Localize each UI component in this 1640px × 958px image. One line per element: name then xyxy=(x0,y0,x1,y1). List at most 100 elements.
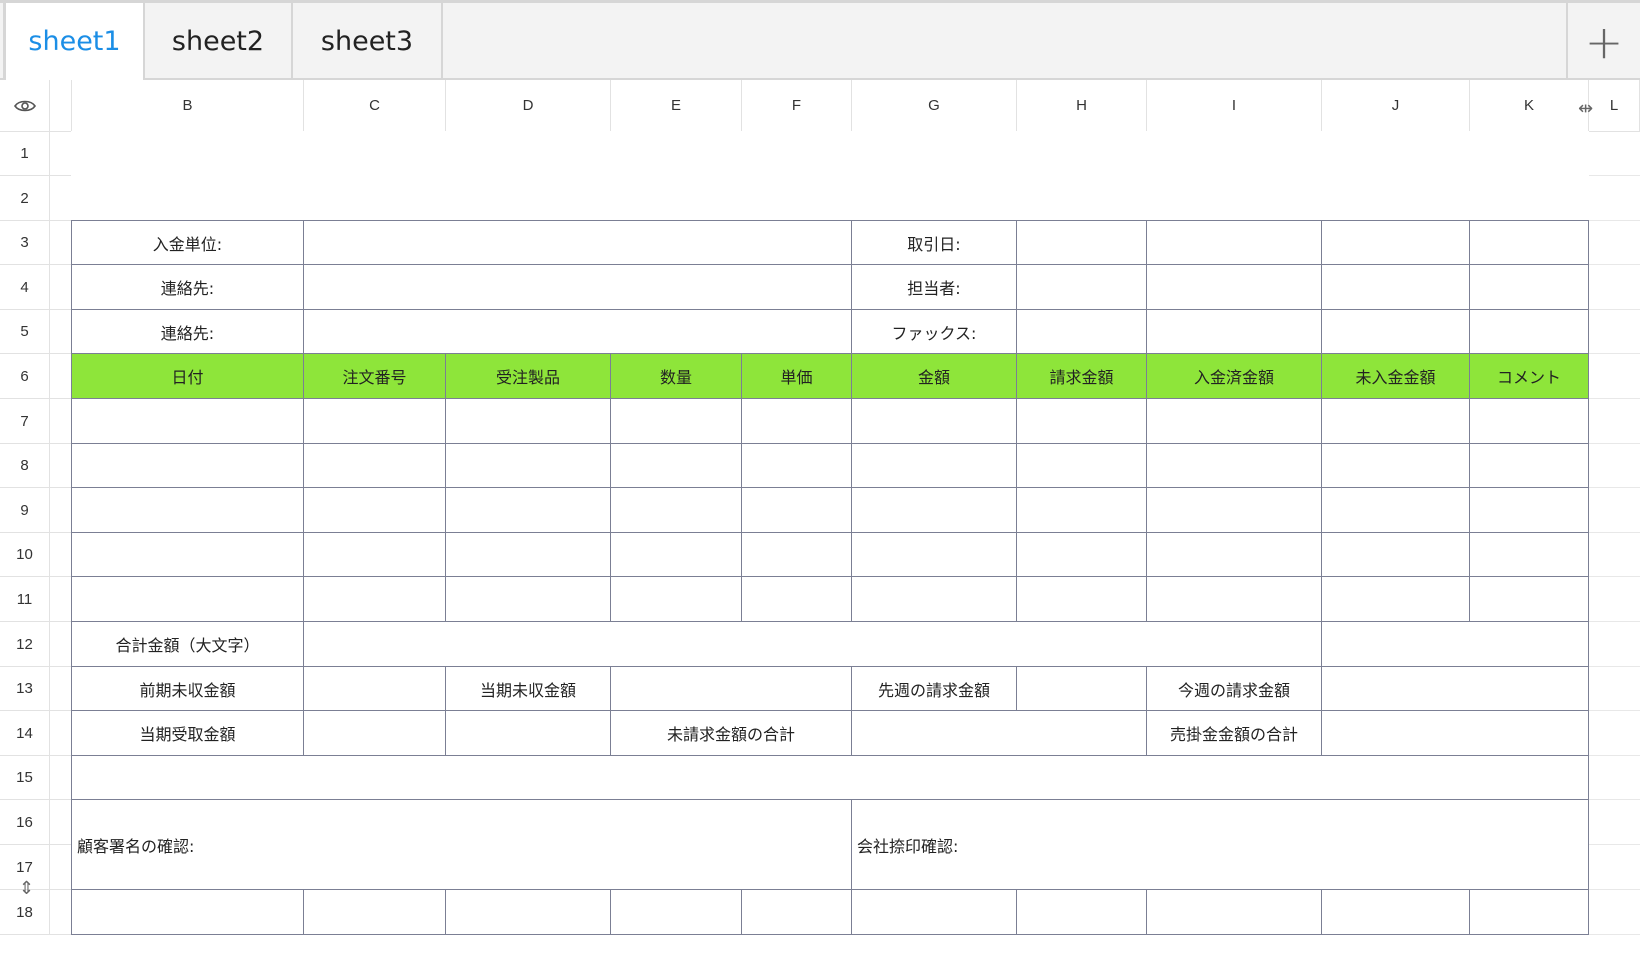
table-cell[interactable] xyxy=(741,576,852,622)
input-cell[interactable] xyxy=(1016,309,1147,354)
column-header-e[interactable]: E xyxy=(611,80,742,132)
table-header-comment[interactable]: コメント xyxy=(1469,353,1589,399)
customer-signature-label[interactable]: 顧客署名の確認: xyxy=(71,799,852,890)
table-cell[interactable] xyxy=(445,398,611,444)
table-header-order-number[interactable]: 注文番号 xyxy=(303,353,446,399)
input-cell[interactable] xyxy=(303,710,446,756)
input-cell[interactable] xyxy=(851,710,1147,756)
table-cell[interactable] xyxy=(610,443,742,488)
last-week-billing-label[interactable]: 先週の請求金額 xyxy=(851,666,1017,711)
table-cell[interactable] xyxy=(303,889,446,935)
table-header-billing-amount[interactable]: 請求金額 xyxy=(1016,353,1147,399)
table-cell[interactable] xyxy=(851,443,1017,488)
table-cell[interactable] xyxy=(71,443,304,488)
add-sheet-button[interactable]: + xyxy=(1566,3,1640,80)
table-cell[interactable] xyxy=(610,532,742,577)
tab-sheet3[interactable]: sheet3 xyxy=(293,3,443,80)
input-cell[interactable] xyxy=(1016,220,1147,265)
row-header-15[interactable]: 15 xyxy=(0,756,50,800)
table-cell[interactable] xyxy=(1146,487,1322,533)
table-cell[interactable] xyxy=(1146,889,1322,935)
input-cell[interactable] xyxy=(1146,309,1322,354)
table-cell[interactable] xyxy=(303,487,446,533)
table-cell[interactable] xyxy=(851,532,1017,577)
table-cell[interactable] xyxy=(1146,443,1322,488)
table-cell[interactable] xyxy=(1321,532,1470,577)
input-cell[interactable] xyxy=(1016,666,1147,711)
row-header-12[interactable]: 12 xyxy=(0,622,50,667)
table-cell[interactable] xyxy=(303,443,446,488)
this-week-billing-label[interactable]: 今週の請求金額 xyxy=(1146,666,1322,711)
row-header-9[interactable]: 9 xyxy=(0,488,50,533)
table-cell[interactable] xyxy=(303,398,446,444)
current-receivable-label[interactable]: 当期未収金額 xyxy=(445,666,611,711)
input-cell[interactable] xyxy=(1146,264,1322,310)
table-cell[interactable] xyxy=(610,398,742,444)
table-cell[interactable] xyxy=(1016,487,1147,533)
table-header-amount[interactable]: 金額 xyxy=(851,353,1017,399)
row-resize-icon[interactable]: ⇕ xyxy=(19,878,34,899)
receivable-total-label[interactable]: 売掛金金額の合計 xyxy=(1146,710,1322,756)
input-cell[interactable] xyxy=(303,309,852,354)
table-cell[interactable] xyxy=(851,487,1017,533)
table-cell[interactable] xyxy=(851,576,1017,622)
row-header-6[interactable]: 6 xyxy=(0,354,50,399)
column-header-f[interactable]: F xyxy=(742,80,852,132)
row-header-4[interactable]: 4 xyxy=(0,265,50,310)
table-cell[interactable] xyxy=(71,398,304,444)
table-cell[interactable] xyxy=(1321,889,1470,935)
tab-sheet1[interactable]: sheet1 xyxy=(3,3,145,80)
table-cell[interactable] xyxy=(1016,532,1147,577)
table-cell[interactable] xyxy=(741,443,852,488)
table-header-quantity[interactable]: 数量 xyxy=(610,353,742,399)
table-cell[interactable] xyxy=(610,487,742,533)
table-cell[interactable] xyxy=(1469,532,1589,577)
table-cell[interactable] xyxy=(1321,576,1470,622)
table-header-date[interactable]: 日付 xyxy=(71,353,304,399)
input-cell[interactable] xyxy=(303,666,446,711)
column-header-i[interactable]: I xyxy=(1147,80,1322,132)
table-cell[interactable] xyxy=(1016,889,1147,935)
column-resize-icon[interactable]: ⇹ xyxy=(1578,98,1593,119)
table-cell[interactable] xyxy=(610,889,742,935)
input-cell[interactable] xyxy=(1321,264,1470,310)
row-header-2[interactable]: 2 xyxy=(0,176,50,221)
table-cell[interactable] xyxy=(303,532,446,577)
table-cell[interactable] xyxy=(1469,576,1589,622)
table-cell[interactable] xyxy=(71,576,304,622)
table-cell[interactable] xyxy=(445,889,611,935)
row-header-14[interactable]: 14 xyxy=(0,711,50,756)
row-header-3[interactable]: 3 xyxy=(0,221,50,265)
contact-label-2[interactable]: 連絡先: xyxy=(71,309,304,354)
table-cell[interactable] xyxy=(610,576,742,622)
row-header-16[interactable]: 16 xyxy=(0,800,50,845)
table-cell[interactable] xyxy=(71,889,304,935)
total-amount-value[interactable] xyxy=(303,621,1322,667)
payment-unit-label[interactable]: 入金単位: xyxy=(71,220,304,265)
person-in-charge-label[interactable]: 担当者: xyxy=(851,264,1017,310)
table-cell[interactable] xyxy=(445,576,611,622)
total-amount-label[interactable]: 合計金額（大文字） xyxy=(71,621,304,667)
transaction-date-label[interactable]: 取引日: xyxy=(851,220,1017,265)
table-cell[interactable] xyxy=(1469,487,1589,533)
column-header-j[interactable]: J xyxy=(1322,80,1470,132)
row-header-11[interactable]: 11 xyxy=(0,577,50,622)
table-cell[interactable] xyxy=(1146,576,1322,622)
table-cell[interactable] xyxy=(71,532,304,577)
input-cell[interactable] xyxy=(1321,621,1589,667)
table-cell[interactable] xyxy=(303,576,446,622)
visibility-toggle[interactable] xyxy=(0,80,50,132)
table-cell[interactable] xyxy=(71,487,304,533)
row-header-8[interactable]: 8 xyxy=(0,444,50,488)
table-cell[interactable] xyxy=(445,487,611,533)
fax-label[interactable]: ファックス: xyxy=(851,309,1017,354)
table-cell[interactable] xyxy=(1016,398,1147,444)
column-header-k[interactable]: K xyxy=(1470,80,1589,132)
table-cell[interactable] xyxy=(1469,398,1589,444)
table-header-unpaid-amount[interactable]: 未入金金額 xyxy=(1321,353,1470,399)
table-cell[interactable] xyxy=(1469,443,1589,488)
row-header-5[interactable]: 5 xyxy=(0,310,50,354)
column-header-g[interactable]: G xyxy=(852,80,1017,132)
table-header-unit-price[interactable]: 単価 xyxy=(741,353,852,399)
tab-sheet2[interactable]: sheet2 xyxy=(145,3,293,80)
